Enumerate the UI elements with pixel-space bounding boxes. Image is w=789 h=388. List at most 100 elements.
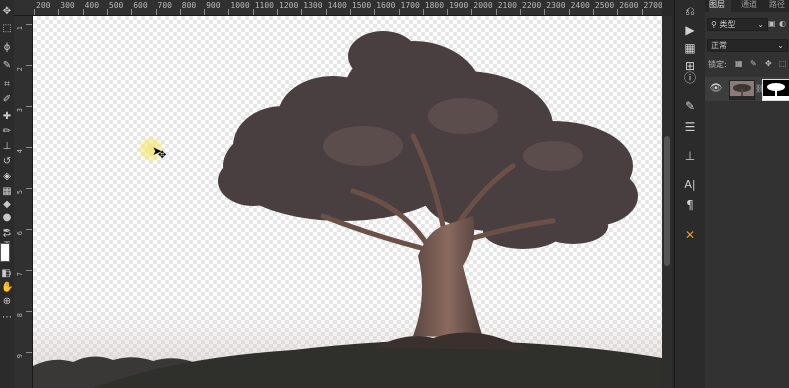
ruler-tick bbox=[471, 9, 473, 15]
blend-mode-dropdown[interactable]: 正常 ⌄ bbox=[707, 39, 788, 52]
ruler-label: 700 bbox=[157, 1, 172, 10]
crop-icon[interactable]: ⌗ bbox=[1, 79, 13, 91]
ruler-tick bbox=[26, 311, 32, 312]
eye-icon[interactable]: 👁 bbox=[709, 82, 723, 96]
brush-icon[interactable]: ✏ bbox=[1, 126, 13, 138]
ruler-tick bbox=[26, 106, 32, 107]
tool-presets-icon[interactable]: ✕ bbox=[682, 227, 698, 243]
ruler-label: 1100 bbox=[254, 1, 274, 10]
ruler-tick bbox=[617, 9, 619, 15]
ruler-tick bbox=[106, 9, 108, 15]
ruler-label: 2500 bbox=[594, 1, 615, 10]
ruler-label: 6 bbox=[16, 231, 24, 236]
ruler-tick bbox=[277, 9, 278, 15]
history-icon[interactable]: ⎌ bbox=[682, 3, 698, 19]
ruler-tick bbox=[82, 9, 84, 15]
ruler-label: 2200 bbox=[522, 1, 542, 10]
layer-mask-thumbnail[interactable] bbox=[762, 79, 789, 101]
ruler-label: 3 bbox=[16, 108, 24, 113]
ruler-tick bbox=[252, 9, 254, 15]
blur-icon[interactable]: ◆ bbox=[1, 199, 13, 211]
hand-icon[interactable]: ✋ bbox=[1, 282, 13, 294]
gradient-icon[interactable]: ▦ bbox=[1, 186, 13, 198]
info-icon[interactable]: ⓘ bbox=[682, 70, 698, 86]
tree-image bbox=[33, 31, 662, 388]
dodge-icon[interactable]: ● bbox=[1, 212, 13, 224]
lock-move-icon[interactable]: ✥ bbox=[765, 59, 772, 68]
ruler-label: 4 bbox=[16, 149, 24, 154]
horizontal-ruler: 200 300 400 500 600 700 800 900 1000 1100 1200 1300… bbox=[32, 0, 662, 16]
ruler-corner bbox=[14, 0, 33, 16]
color-swatch-icon[interactable]: ▦ bbox=[682, 40, 698, 56]
ruler-label: 1400 bbox=[327, 1, 347, 10]
panel-tabs: 图层 通道 路径 bbox=[705, 0, 789, 12]
ruler-tick bbox=[544, 9, 546, 15]
more-tools-icon[interactable]: ⋯ bbox=[1, 312, 13, 324]
ruler-label: 900 bbox=[206, 1, 221, 10]
eraser-icon[interactable]: ◈ bbox=[1, 171, 13, 183]
ruler-label: 1700 bbox=[400, 1, 420, 10]
tab-paths[interactable]: 路径 bbox=[769, 0, 789, 12]
tab-layers[interactable]: 图层 bbox=[709, 0, 731, 12]
document-canvas[interactable]: ➤ ✥ bbox=[33, 16, 662, 388]
ruler-tick bbox=[349, 9, 351, 15]
filter-kind-dropdown[interactable]: ⚲ 类型 ⌄ bbox=[707, 18, 768, 31]
foreground-color-swatch[interactable] bbox=[0, 243, 10, 262]
layer-row[interactable]: 👁 ⛓ bbox=[705, 77, 789, 101]
ruler-tick bbox=[26, 270, 32, 271]
ruler-tick bbox=[592, 9, 594, 15]
ruler-tick bbox=[447, 9, 449, 15]
ruler-label: 1200 bbox=[279, 1, 299, 10]
move-icon[interactable]: ✥ bbox=[1, 6, 13, 18]
ruler-tick bbox=[26, 188, 32, 189]
ruler-label: 2100 bbox=[497, 1, 517, 10]
ruler-tick bbox=[301, 9, 303, 15]
lock-transparent-icon[interactable]: ▦ bbox=[735, 59, 743, 68]
quick-select-icon[interactable]: ✎ bbox=[1, 60, 13, 72]
ruler-tick bbox=[228, 9, 230, 15]
stamp-icon[interactable]: ⊥ bbox=[1, 141, 13, 153]
ruler-tick bbox=[26, 229, 32, 230]
healing-brush-icon[interactable]: ✚ bbox=[1, 111, 13, 123]
history-brush-icon[interactable]: ↺ bbox=[1, 156, 13, 168]
panel-icon-strip: ⎌ ▶ ▦ ⊞ ⓘ ✎ ☰ ⊥ A| ¶ ✕ bbox=[674, 0, 706, 388]
clone-source-icon[interactable]: ⊥ bbox=[682, 148, 698, 164]
ruler-tick bbox=[34, 9, 35, 15]
ruler-label: 2300 bbox=[546, 1, 566, 10]
ruler-tick bbox=[568, 9, 570, 15]
filter-adjust-icon[interactable]: ◐ bbox=[779, 19, 786, 28]
character-icon[interactable]: A| bbox=[682, 177, 698, 193]
quick-mask-icon[interactable]: ◧ bbox=[0, 268, 12, 280]
sliders-icon[interactable]: ☰ bbox=[682, 119, 698, 135]
scrollbar-thumb[interactable] bbox=[664, 136, 670, 266]
ruler-label: 1300 bbox=[303, 1, 323, 10]
lasso-icon[interactable]: ϕ bbox=[1, 42, 13, 54]
vertical-scrollbar[interactable] bbox=[662, 16, 672, 388]
lock-artboard-icon[interactable]: ⬚ bbox=[779, 59, 787, 68]
ruler-label: 1900 bbox=[449, 1, 469, 10]
filter-image-icon[interactable]: ▣ bbox=[768, 19, 776, 28]
swap-colors-icon[interactable]: ↩ bbox=[1, 230, 13, 242]
ruler-tick bbox=[26, 65, 32, 66]
ruler-label: 200 bbox=[36, 1, 51, 10]
ruler-tick bbox=[641, 9, 643, 15]
ruler-tick bbox=[374, 9, 376, 15]
zoom-icon[interactable]: ⊕ bbox=[1, 296, 13, 308]
ruler-label: 2600 bbox=[619, 1, 639, 10]
layer-thumbnail[interactable] bbox=[729, 80, 755, 100]
ruler-tick bbox=[155, 9, 157, 15]
brush-settings-icon[interactable]: ✎ bbox=[682, 98, 698, 114]
ruler-tick bbox=[58, 9, 60, 15]
ruler-label: 2 bbox=[16, 67, 24, 72]
ruler-label: 600 bbox=[133, 1, 148, 10]
paragraph-icon[interactable]: ¶ bbox=[682, 197, 698, 213]
ruler-label: 2000 bbox=[473, 1, 493, 10]
lock-brush-icon[interactable]: ✎ bbox=[750, 59, 757, 68]
blend-mode-label: 正常 bbox=[711, 41, 727, 50]
play-icon[interactable]: ▶ bbox=[682, 22, 698, 38]
ruler-tick bbox=[179, 9, 181, 15]
eyedropper-icon[interactable]: ✐ bbox=[1, 94, 13, 106]
tab-channels[interactable]: 通道 bbox=[741, 0, 763, 12]
marquee-icon[interactable]: ⬚ bbox=[1, 23, 13, 35]
link-icon[interactable]: ⛓ bbox=[755, 84, 765, 94]
